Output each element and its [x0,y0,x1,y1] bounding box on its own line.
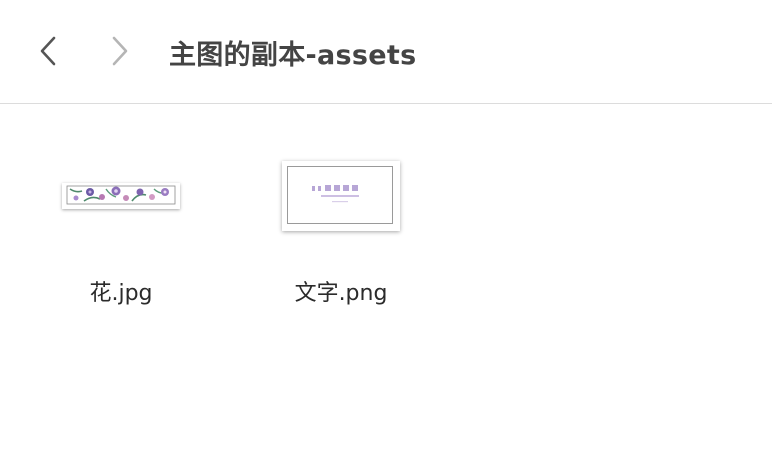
file-thumbnail [41,145,201,255]
file-grid: 花.jpg 文字.png [0,105,772,470]
file-name-label: 文字.png [294,281,388,306]
finder-window: 主图的副本-assets 花.jpg 文字.png [0,0,772,470]
chevron-left-icon [40,36,56,66]
toolbar: 主图的副本-assets [0,0,772,104]
file-thumbnail [261,145,421,255]
file-name-label: 花.jpg [89,281,153,306]
window-title: 主图的副本-assets [169,40,417,71]
file-item-text[interactable]: 文字.png [261,145,421,355]
flower-thumbnail-image [62,183,180,209]
forward-button[interactable] [106,34,134,68]
back-button[interactable] [34,34,62,68]
file-item-flower[interactable]: 花.jpg [41,145,201,355]
text-thumbnail-image [282,161,400,231]
chevron-right-icon [112,36,128,66]
